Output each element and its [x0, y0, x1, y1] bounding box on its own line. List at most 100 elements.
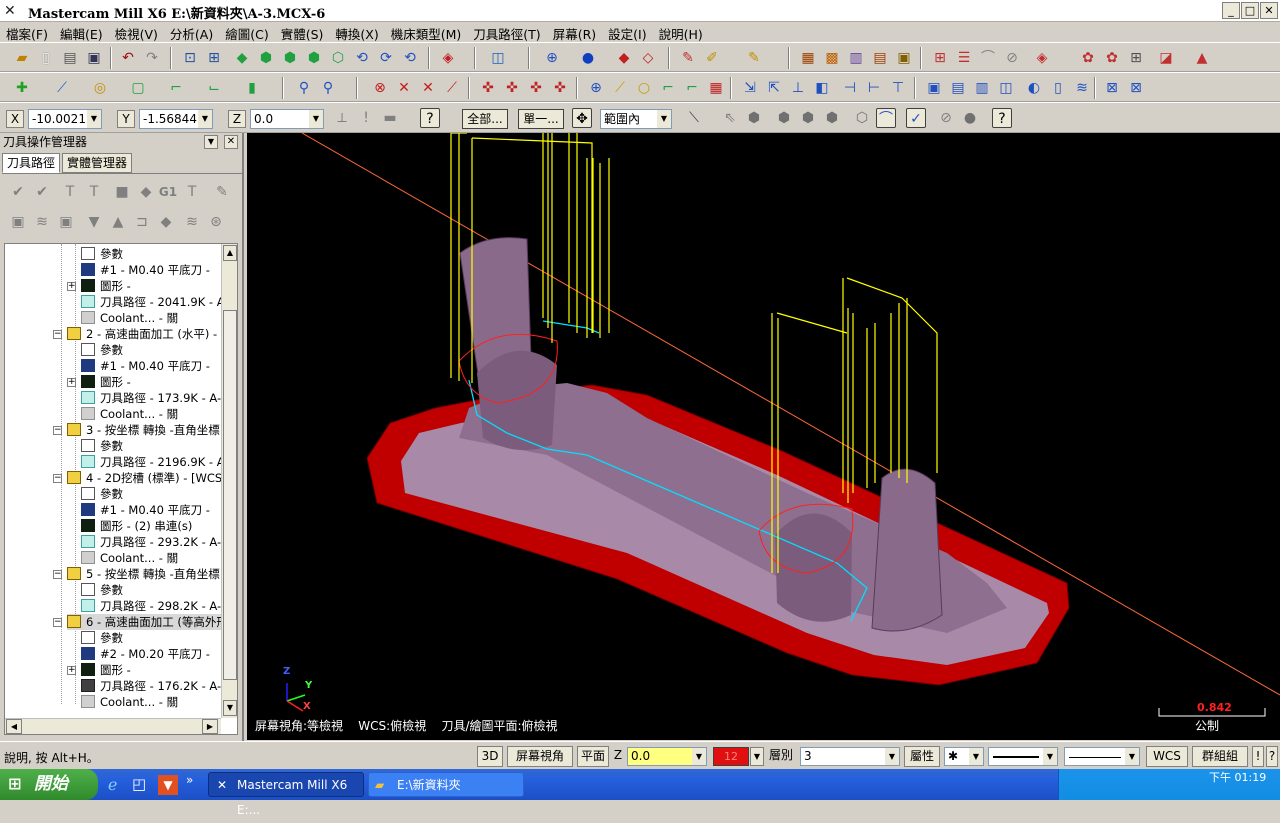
tree-expander-icon[interactable]: + — [67, 666, 76, 675]
level-icon[interactable]: ▤ — [870, 48, 890, 68]
view-wire-icon[interactable]: ⬡ — [328, 48, 348, 68]
select-all-button[interactable]: 全部... — [462, 109, 508, 129]
tree-node[interactable]: 4 - 2D挖槽 (標準) - [WCS: — [67, 470, 226, 486]
x-coord-field[interactable]: -10.00217 ▼ — [28, 109, 102, 129]
verify-ops-icon[interactable]: ◆ — [136, 182, 156, 202]
info-button[interactable]: ! — [1252, 746, 1264, 767]
select-all-ops-icon[interactable]: ✔ — [8, 182, 28, 202]
tree-expander-icon[interactable]: − — [53, 474, 62, 483]
hex2-icon[interactable]: ⬢ — [774, 108, 794, 128]
snap-icon[interactable]: ⚲ — [294, 78, 314, 98]
bottle-icon[interactable]: ▲ — [1192, 48, 1212, 68]
menu-file[interactable]: 檔案(F) — [0, 22, 54, 43]
xform-scale-icon[interactable]: ◧ — [812, 78, 832, 98]
scroll-right-icon[interactable]: ▶ — [202, 719, 218, 734]
menu-screen[interactable]: 屏幕(R) — [547, 22, 602, 43]
measure-icon[interactable]: ✜ — [502, 78, 522, 98]
dynamic-rotate-icon[interactable]: ⟲ — [400, 48, 420, 68]
pin-icon[interactable]: ⚲ — [318, 78, 338, 98]
color-swatch[interactable]: 12 — [713, 747, 749, 766]
crosshair-icon[interactable]: ⊕ — [586, 78, 606, 98]
tree-node[interactable]: Coolant... - 關 — [81, 550, 178, 566]
grid-icon[interactable]: ▩ — [822, 48, 842, 68]
color-dropdown-icon[interactable]: ▼ — [750, 747, 764, 766]
tree-node[interactable]: 5 - 按坐標 轉換 -直角坐標 — [67, 566, 220, 582]
tree-node[interactable]: #2 - M0.20 平底刀 - — [81, 646, 210, 662]
draft-icon[interactable]: ▯ — [1048, 78, 1068, 98]
attributes-button[interactable]: 屬性 — [904, 746, 940, 767]
backplot-icon[interactable]: ✜ — [550, 78, 570, 98]
solid-shade-icon[interactable]: ◆ — [614, 48, 634, 68]
mesh-icon[interactable]: ⊞ — [1126, 48, 1146, 68]
maximize-button[interactable]: □ — [1241, 2, 1259, 19]
hex4-icon[interactable]: ⬢ — [822, 108, 842, 128]
tree-node[interactable]: 6 - 高速曲面加工 (等高外形 — [67, 614, 228, 630]
tree-node[interactable]: 參數 — [81, 630, 123, 646]
stack-icon[interactable]: ◈ — [1032, 48, 1052, 68]
line-style-select[interactable]: ▼ — [988, 747, 1058, 766]
xform-array-icon[interactable]: ⊤ — [888, 78, 908, 98]
menu-view[interactable]: 檢視(V) — [109, 22, 164, 43]
task-folder[interactable]: ▰ E:\新資料夾 — [368, 772, 524, 797]
tree-expander-icon[interactable]: − — [53, 618, 62, 627]
fence-icon[interactable]: ⊠ — [1102, 78, 1122, 98]
table-icon[interactable]: ⊞ — [930, 48, 950, 68]
point-create-icon[interactable]: ✚ — [12, 78, 32, 98]
verify-icon[interactable]: ✜ — [526, 78, 546, 98]
view-iso-icon[interactable]: ⬢ — [304, 48, 324, 68]
shade-icon[interactable]: ◈ — [438, 48, 458, 68]
tree-node[interactable]: 刀具路徑 - 173.9K - A- — [81, 390, 221, 406]
sphere-icon[interactable]: ● — [578, 48, 598, 68]
zoom-fit-icon[interactable]: ⊞ — [204, 48, 224, 68]
line-create-icon[interactable]: ⟋ — [52, 78, 72, 98]
more-quicklaunch[interactable]: » — [186, 773, 193, 787]
move-up-icon[interactable]: ▲ — [108, 212, 128, 232]
ruled-icon[interactable]: ▤ — [948, 78, 968, 98]
gview-button[interactable]: 屏幕視角 — [507, 746, 573, 767]
tree-node[interactable]: 參數 — [81, 438, 123, 454]
material-icon[interactable]: ✿ — [1102, 48, 1122, 68]
menu-toolpaths[interactable]: 刀具路徑(T) — [467, 22, 546, 43]
window-icon[interactable]: ▬ — [380, 108, 400, 128]
high-speed-icon[interactable]: T — [182, 182, 202, 202]
view-side-icon[interactable]: ⬢ — [280, 48, 300, 68]
offset-icon[interactable]: ⌐ — [682, 78, 702, 98]
surface-icon[interactable]: ▣ — [924, 78, 944, 98]
help2-icon[interactable]: ? — [992, 108, 1012, 128]
tree-node[interactable]: 刀具路徑 - 293.2K - A- — [81, 534, 221, 550]
tree-node[interactable]: 參數 — [81, 246, 123, 262]
tree-node[interactable]: #1 - M0.40 平底刀 - — [81, 502, 210, 518]
hex3-icon[interactable]: ⬢ — [798, 108, 818, 128]
regen-ops-icon[interactable]: T — [60, 182, 80, 202]
wcs-button[interactable]: WCS — [1146, 746, 1188, 767]
rectangle-icon[interactable]: ▢ — [128, 78, 148, 98]
tree-node[interactable]: 參數 — [81, 486, 123, 502]
tree-node[interactable]: 刀具路徑 - 2041.9K - A- — [81, 294, 228, 310]
scroll-thumb[interactable] — [223, 310, 237, 680]
select-single-button[interactable]: 單一... — [518, 109, 564, 129]
line-select-icon[interactable]: ⟍ — [684, 108, 704, 128]
regen-dirty-icon[interactable]: T — [84, 182, 104, 202]
menu-create[interactable]: 繪圖(C) — [219, 22, 274, 43]
render-icon[interactable]: ✿ — [1078, 48, 1098, 68]
exclaim-icon[interactable]: ! — [356, 108, 376, 128]
arc-icon[interactable]: ○ — [634, 78, 654, 98]
scroll-down-icon[interactable]: ▼ — [223, 700, 237, 716]
lock-icon[interactable]: ▣ — [8, 212, 28, 232]
app-shortcut-icon[interactable]: ▼ — [158, 775, 178, 795]
dim-icon[interactable]: ⌒ — [978, 48, 998, 68]
menu-help[interactable]: 說明(H) — [653, 22, 709, 43]
xform-project-icon[interactable]: ⊢ — [864, 78, 884, 98]
tab-solids[interactable]: 實體管理器 — [62, 153, 133, 173]
pen-icon[interactable]: ✎ — [744, 48, 764, 68]
select-invalid-icon[interactable]: ✔ — [32, 182, 52, 202]
redo-icon[interactable]: ↷ — [142, 48, 162, 68]
tree-node[interactable]: 圖形 - — [81, 278, 131, 294]
circle-create-icon[interactable]: ◎ — [90, 78, 110, 98]
scroll-left-icon[interactable]: ◀ — [6, 719, 22, 734]
settings-ops-icon[interactable]: ⊛ — [206, 212, 226, 232]
tree-expander-icon[interactable]: + — [67, 282, 76, 291]
net-icon[interactable]: ≋ — [1072, 78, 1092, 98]
z-coord-field[interactable]: 0.0 ▼ — [250, 109, 324, 129]
attr-icon[interactable]: ▣ — [894, 48, 914, 68]
